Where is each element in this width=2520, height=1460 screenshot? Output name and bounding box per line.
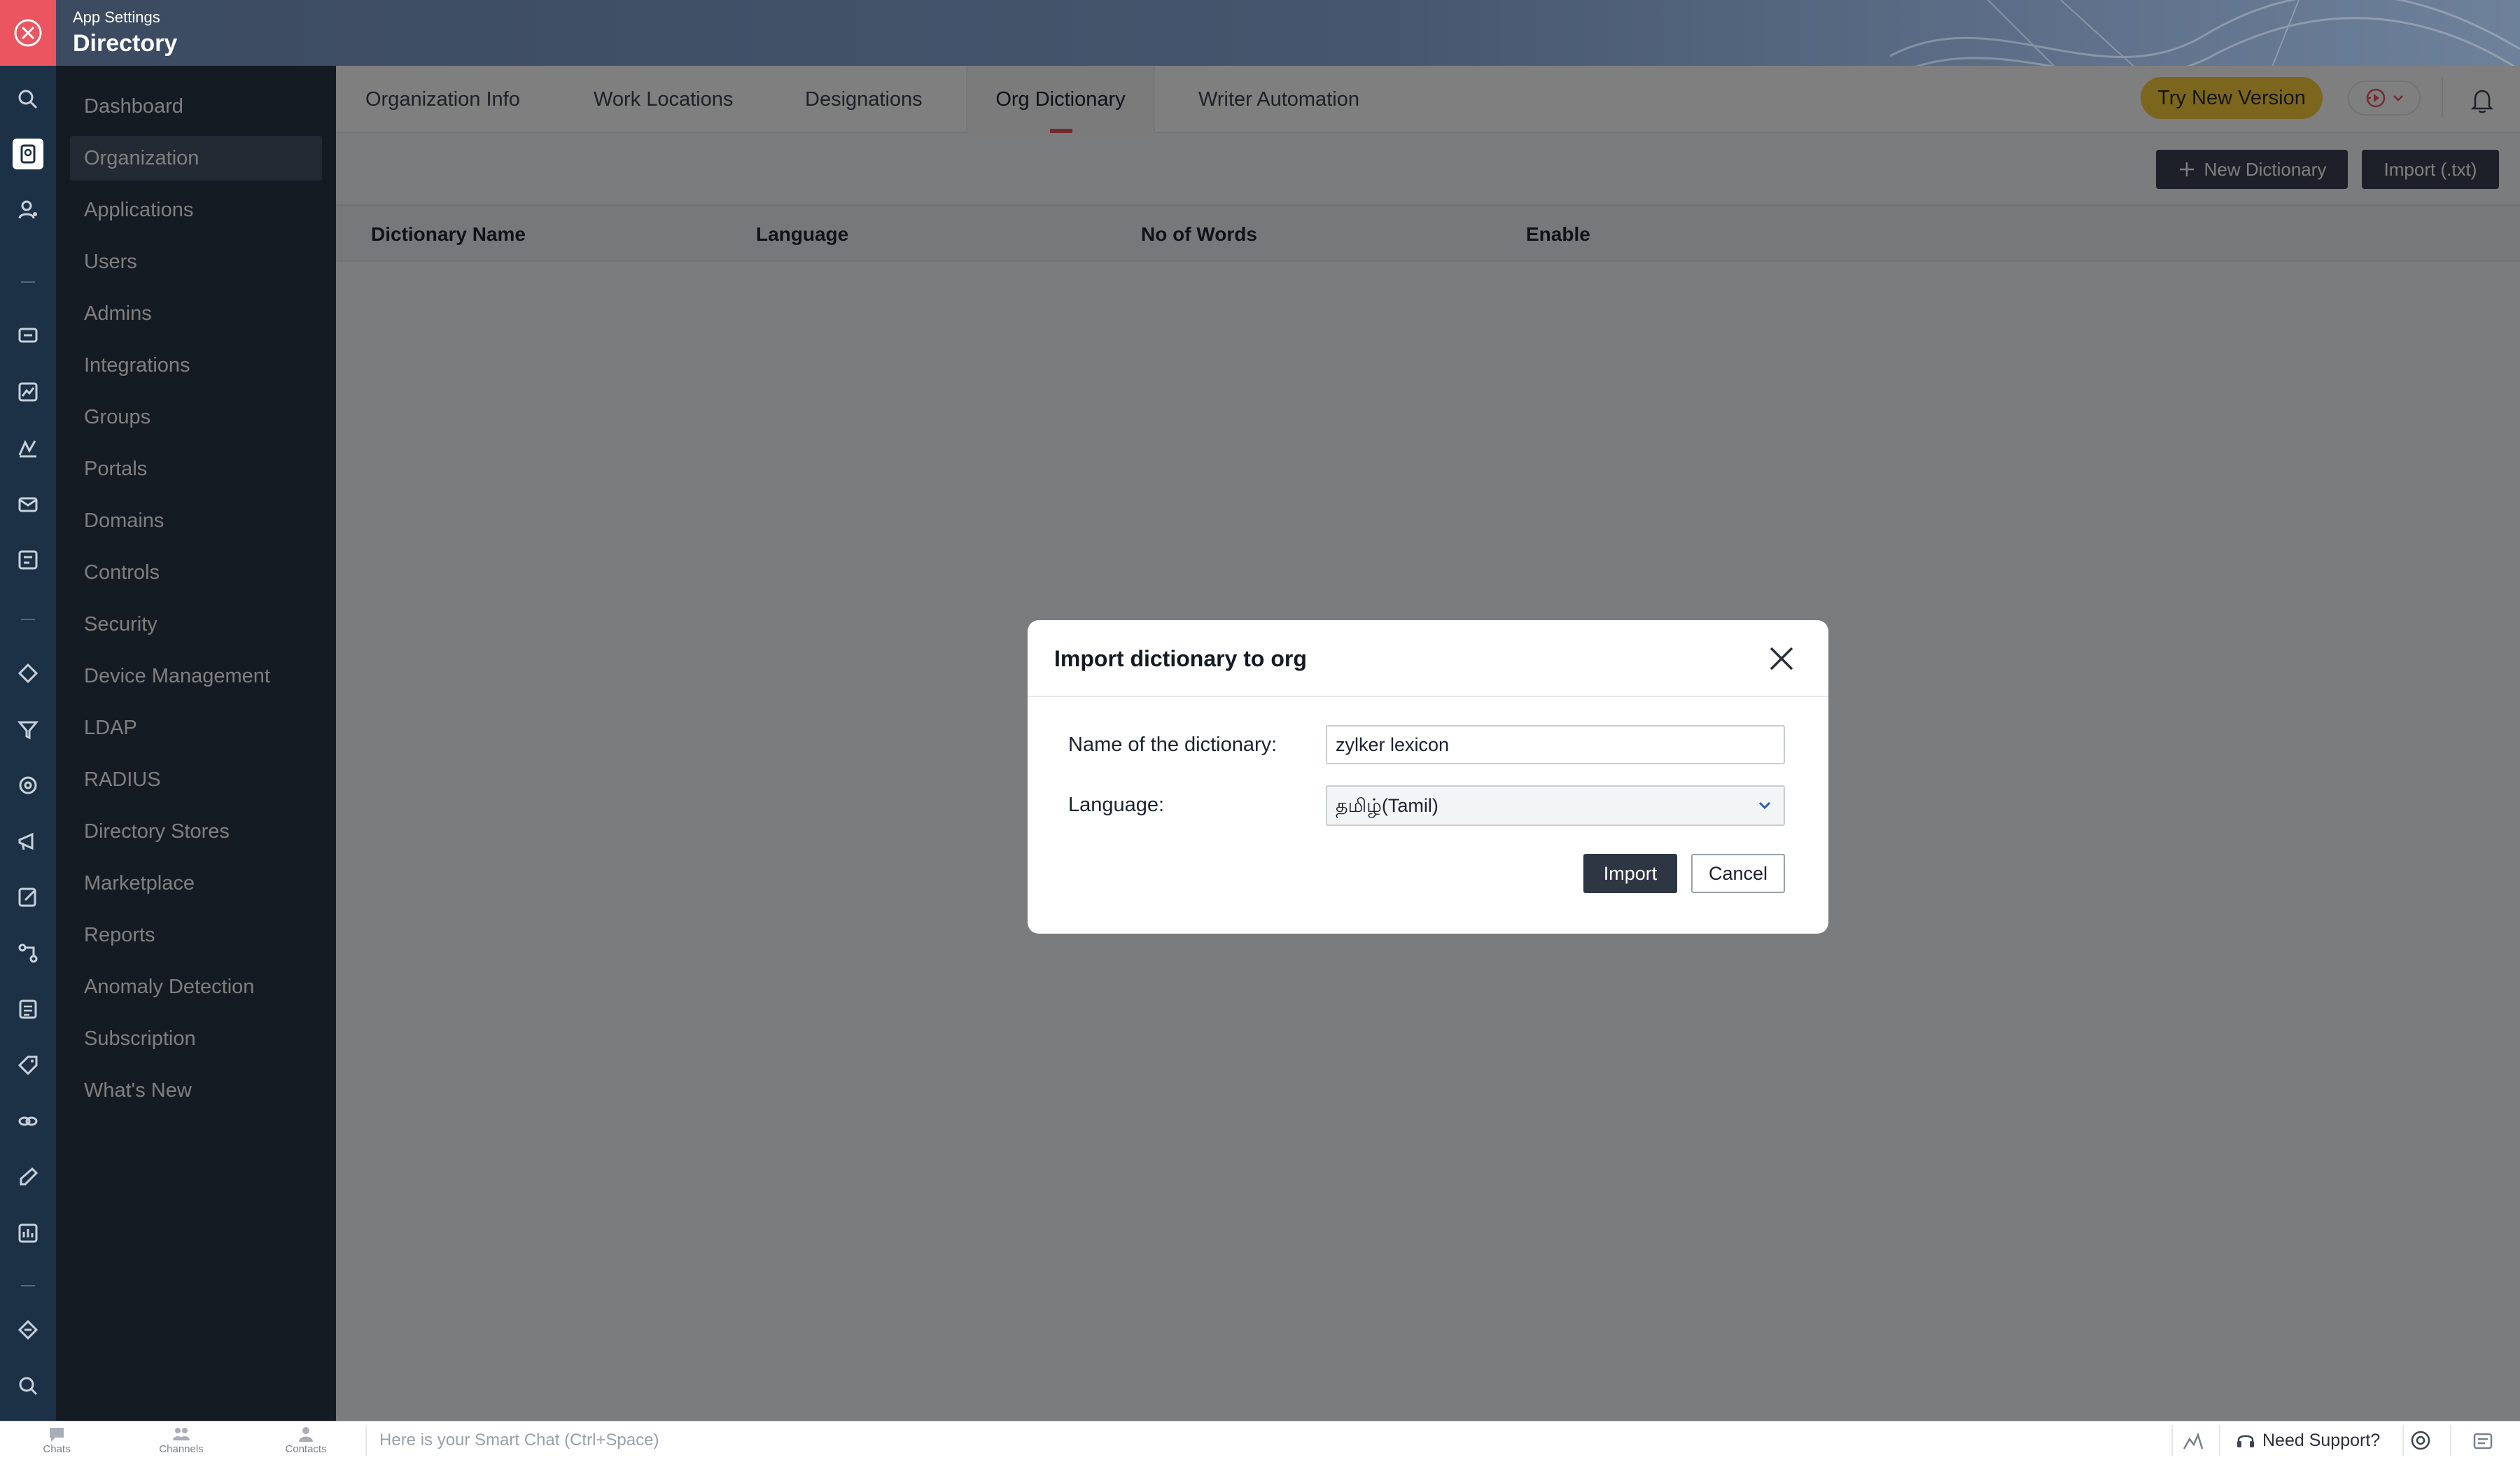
app-title: Directory	[73, 30, 178, 57]
settings-icon[interactable]	[13, 658, 43, 689]
bottom-divider	[2171, 1425, 2173, 1456]
chats-label: Chats	[43, 1443, 71, 1455]
close-icon	[14, 19, 42, 47]
bottom-bar: Chats Channels Contacts	[0, 1421, 2520, 1460]
campaign-icon[interactable]	[13, 826, 43, 857]
activity-icon[interactable]	[2181, 1429, 2205, 1453]
channels-icon	[173, 1428, 190, 1440]
docs-icon[interactable]	[13, 994, 43, 1025]
bottom-divider	[365, 1425, 367, 1456]
channels-button[interactable]: Channels	[150, 1425, 213, 1455]
bottom-divider	[2450, 1425, 2451, 1456]
dictionary-name-input[interactable]: zylker lexicon	[1326, 725, 1785, 764]
language-label: Language:	[1068, 794, 1165, 816]
notes-icon[interactable]	[2471, 1429, 2495, 1453]
headset-icon	[2237, 1435, 2254, 1447]
close-app-button[interactable]	[0, 0, 56, 66]
chats-button[interactable]: Chats	[25, 1425, 88, 1455]
contacts-button[interactable]: Contacts	[274, 1425, 337, 1455]
workflow-icon[interactable]	[13, 545, 43, 575]
rail-divider	[21, 1285, 35, 1286]
ticket-icon[interactable]	[13, 1314, 43, 1345]
import-dictionary-dialog: Import dictionary to org Name of the dic…	[1028, 620, 1828, 934]
support-icon[interactable]	[13, 770, 43, 801]
bottom-divider	[2219, 1425, 2220, 1456]
close-icon	[1770, 647, 1793, 671]
chart-icon[interactable]	[13, 433, 43, 463]
app-caption: App Settings	[73, 8, 160, 26]
dialog-title: Import dictionary to org	[1054, 646, 1307, 671]
report-icon[interactable]	[13, 1218, 43, 1249]
import-button[interactable]: Import	[1583, 854, 1677, 893]
cancel-button[interactable]: Cancel	[1691, 854, 1785, 893]
app-header	[0, 0, 2520, 66]
flow-icon[interactable]	[13, 938, 43, 969]
rail-divider	[21, 281, 35, 283]
sign-icon[interactable]	[13, 1162, 43, 1193]
header-decoration	[1890, 0, 2520, 66]
language-select[interactable]: தமிழ்(Tamil)	[1326, 785, 1785, 826]
analytics-icon[interactable]	[13, 377, 43, 407]
dialog-divider	[1028, 696, 1828, 697]
language-selected-value: தமிழ்(Tamil)	[1336, 795, 1438, 816]
bottom-divider	[2402, 1425, 2404, 1456]
explore-icon[interactable]	[13, 1370, 43, 1401]
channels-label: Channels	[159, 1443, 204, 1455]
rail-divider	[21, 619, 35, 620]
dictionary-name-label: Name of the dictionary:	[1068, 733, 1278, 756]
edit-icon[interactable]	[13, 882, 43, 913]
link-icon[interactable]	[13, 1106, 43, 1137]
need-support-button[interactable]: Need Support?	[2234, 1421, 2380, 1460]
chat-bubble-icon	[50, 1428, 64, 1442]
search-icon[interactable]	[13, 84, 43, 115]
zia-search-icon[interactable]	[2409, 1429, 2433, 1453]
tag-icon[interactable]	[13, 1050, 43, 1081]
contacts-label: Contacts	[285, 1443, 327, 1455]
mail-icon[interactable]	[13, 489, 43, 519]
smart-chat-input[interactable]: Here is your Smart Chat (Ctrl+Space)	[379, 1421, 659, 1460]
dialog-close-button[interactable]	[1765, 643, 1798, 675]
contacts-icon	[299, 1427, 313, 1442]
filter-icon[interactable]	[13, 714, 43, 745]
need-support-label: Need Support?	[2262, 1431, 2381, 1450]
chat-icon[interactable]	[13, 321, 43, 351]
chevron-down-icon	[1758, 801, 1771, 810]
user-icon[interactable]	[13, 195, 43, 225]
directory-icon[interactable]	[13, 139, 43, 169]
